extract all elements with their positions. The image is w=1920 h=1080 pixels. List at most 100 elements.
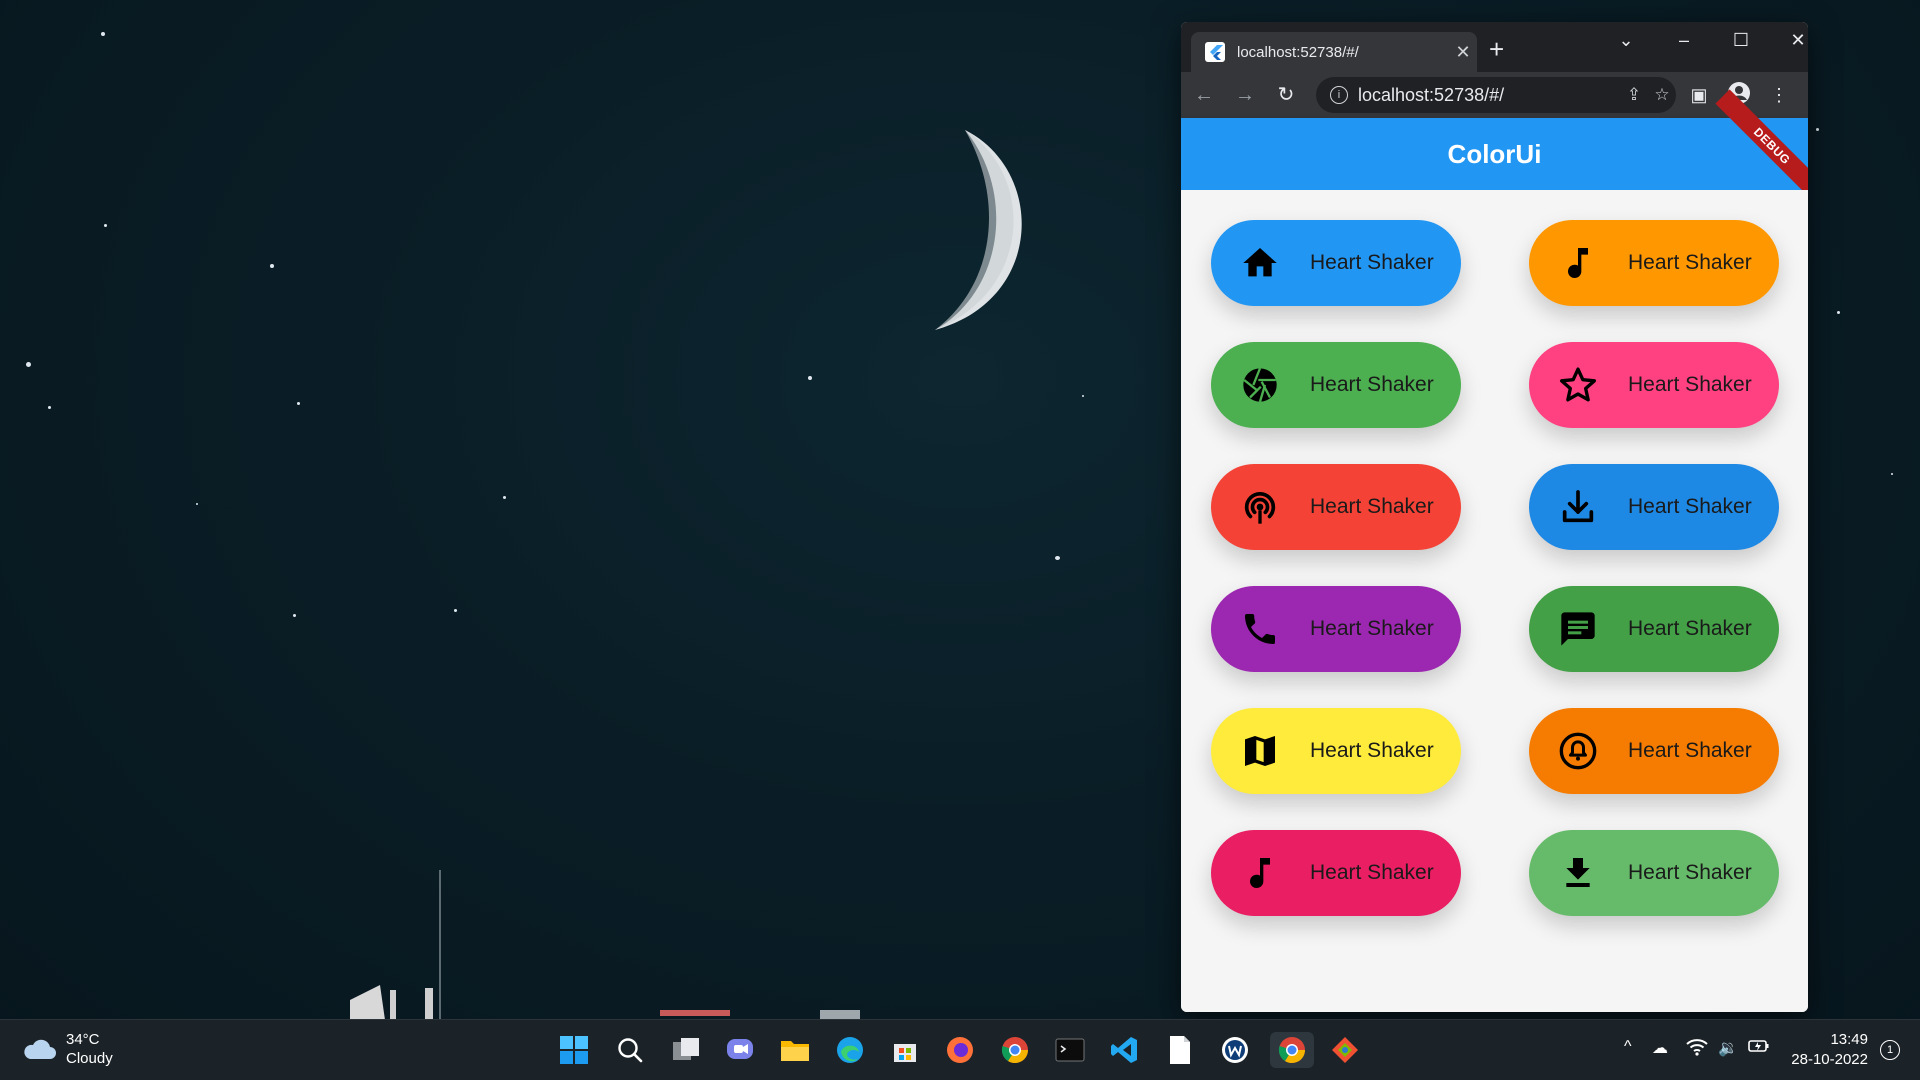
heart-shaker-button-4[interactable]: Heart Shaker (1529, 342, 1779, 428)
star (1055, 556, 1060, 560)
home-icon (1238, 241, 1282, 285)
heart-shaker-button-9[interactable]: Heart Shaker (1211, 708, 1461, 794)
task-view-icon[interactable] (668, 1032, 704, 1068)
star (293, 614, 296, 617)
show-hidden-icons-chevron[interactable]: ^ (1624, 1038, 1632, 1056)
star (270, 264, 274, 268)
heart-shaker-button-8[interactable]: Heart Shaker (1529, 586, 1779, 672)
button-label: Heart Shaker (1310, 373, 1434, 396)
star (1082, 395, 1084, 397)
button-grid: Heart Shaker Heart Shaker Heart Shaker H… (1181, 190, 1808, 1012)
bookmark-star-icon[interactable]: ☆ (1648, 85, 1676, 105)
button-label: Heart Shaker (1628, 251, 1752, 274)
address-bar[interactable]: i localhost:52738/#/ ⇪ ☆ (1316, 77, 1676, 113)
app-w-icon[interactable] (1217, 1032, 1253, 1068)
file-explorer-icon[interactable] (777, 1032, 813, 1068)
star (104, 224, 107, 227)
git-tool-icon[interactable] (1327, 1032, 1363, 1068)
music-note-icon (1556, 241, 1600, 285)
button-label: Heart Shaker (1310, 861, 1434, 884)
forward-arrow-icon[interactable]: → (1232, 82, 1258, 108)
chat-icon[interactable] (722, 1032, 758, 1068)
file-download-icon (1556, 851, 1600, 895)
edge-browser-icon[interactable] (832, 1032, 868, 1068)
browser-window: localhost:52738/#/ ✕ + ⌄ – ☐ ✕ ← → ↻ i l… (1181, 22, 1808, 1012)
cloud-icon (24, 1039, 56, 1059)
notification-bell-icon (1556, 729, 1600, 773)
system-clock[interactable]: 13:49 28-10-2022 (1791, 1030, 1868, 1070)
tab-search-chevron-icon[interactable]: ⌄ (1606, 30, 1646, 51)
download-icon (1556, 485, 1600, 529)
star (808, 376, 812, 380)
heart-shaker-button-6[interactable]: Heart Shaker (1529, 464, 1779, 550)
star (196, 503, 198, 505)
heart-shaker-button-12[interactable]: Heart Shaker (1529, 830, 1779, 916)
browser-tab[interactable]: localhost:52738/#/ ✕ (1191, 32, 1477, 72)
music-note-icon (1238, 851, 1282, 895)
button-label: Heart Shaker (1628, 739, 1752, 762)
star (1816, 128, 1819, 131)
chrome-active-icon[interactable] (1270, 1032, 1314, 1068)
minimize-icon[interactable]: – (1664, 30, 1704, 51)
button-label: Heart Shaker (1628, 373, 1752, 396)
tab-close-icon[interactable]: ✕ (1449, 42, 1477, 63)
message-icon (1556, 607, 1600, 651)
clock-date: 28-10-2022 (1791, 1051, 1868, 1068)
close-window-icon[interactable]: ✕ (1778, 30, 1808, 51)
reload-icon[interactable]: ↻ (1273, 82, 1299, 108)
heart-shaker-button-1[interactable]: Heart Shaker (1211, 220, 1461, 306)
star (297, 402, 300, 405)
heart-shaker-button-3[interactable]: Heart Shaker (1211, 342, 1461, 428)
maximize-icon[interactable]: ☐ (1721, 30, 1761, 51)
wifi-icon[interactable] (1686, 1038, 1708, 1061)
site-info-icon[interactable]: i (1330, 86, 1348, 104)
firefox-icon[interactable] (942, 1032, 978, 1068)
volume-icon[interactable]: 🔉 (1718, 1038, 1738, 1058)
address-url[interactable]: localhost:52738/#/ (1358, 85, 1620, 106)
tab-strip: localhost:52738/#/ ✕ + ⌄ – ☐ ✕ (1181, 22, 1808, 72)
button-label: Heart Shaker (1310, 739, 1434, 762)
chrome-icon[interactable] (997, 1032, 1033, 1068)
terminal-icon[interactable] (1052, 1032, 1088, 1068)
weather-description: Cloudy (66, 1050, 113, 1067)
button-label: Heart Shaker (1310, 495, 1434, 518)
back-arrow-icon[interactable]: ← (1191, 82, 1217, 108)
tab-title: localhost:52738/#/ (1237, 43, 1359, 61)
star-outline-icon (1556, 363, 1600, 407)
microsoft-store-icon[interactable] (887, 1032, 923, 1068)
star (48, 406, 51, 409)
search-icon[interactable] (612, 1032, 648, 1068)
button-label: Heart Shaker (1628, 861, 1752, 884)
button-label: Heart Shaker (1310, 251, 1434, 274)
star (1891, 473, 1893, 475)
weather-widget[interactable]: 34°C Cloudy (22, 1030, 113, 1068)
phone-icon (1238, 607, 1282, 651)
notepad-file-icon[interactable] (1162, 1032, 1198, 1068)
notification-badge[interactable]: 1 (1880, 1040, 1900, 1060)
app-bar: ColorUi DEBUG (1181, 89, 1808, 203)
flutter-favicon-icon (1205, 42, 1225, 62)
star (454, 609, 457, 612)
map-icon (1238, 729, 1282, 773)
browser-toolbar: ← → ↻ i localhost:52738/#/ ⇪ ☆ ▣ ⋮ (1181, 72, 1808, 118)
browser-menu-icon[interactable]: ⋮ (1766, 82, 1792, 108)
heart-shaker-button-10[interactable]: Heart Shaker (1529, 708, 1779, 794)
onedrive-cloud-icon[interactable]: ☁ (1652, 1038, 1668, 1058)
button-label: Heart Shaker (1628, 617, 1752, 640)
start-menu-icon[interactable] (556, 1032, 592, 1068)
weather-temperature: 34°C (66, 1031, 100, 1048)
camera-aperture-icon (1238, 363, 1282, 407)
heart-shaker-button-2[interactable]: Heart Shaker (1529, 220, 1779, 306)
heart-shaker-button-7[interactable]: Heart Shaker (1211, 586, 1461, 672)
city-skyline-silhouette (350, 870, 860, 1020)
battery-icon[interactable] (1748, 1038, 1770, 1059)
vscode-icon[interactable] (1106, 1032, 1142, 1068)
star (1837, 311, 1840, 314)
new-tab-button[interactable]: + (1489, 36, 1504, 62)
side-panel-icon[interactable]: ▣ (1686, 82, 1712, 108)
share-icon[interactable]: ⇪ (1620, 85, 1648, 105)
button-label: Heart Shaker (1310, 617, 1434, 640)
heart-shaker-button-11[interactable]: Heart Shaker (1211, 830, 1461, 916)
heart-shaker-button-5[interactable]: Heart Shaker (1211, 464, 1461, 550)
windows-taskbar: 34°C Cloudy ^ ☁ 🔉 13:49 28-10-2022 1 (0, 1019, 1920, 1080)
